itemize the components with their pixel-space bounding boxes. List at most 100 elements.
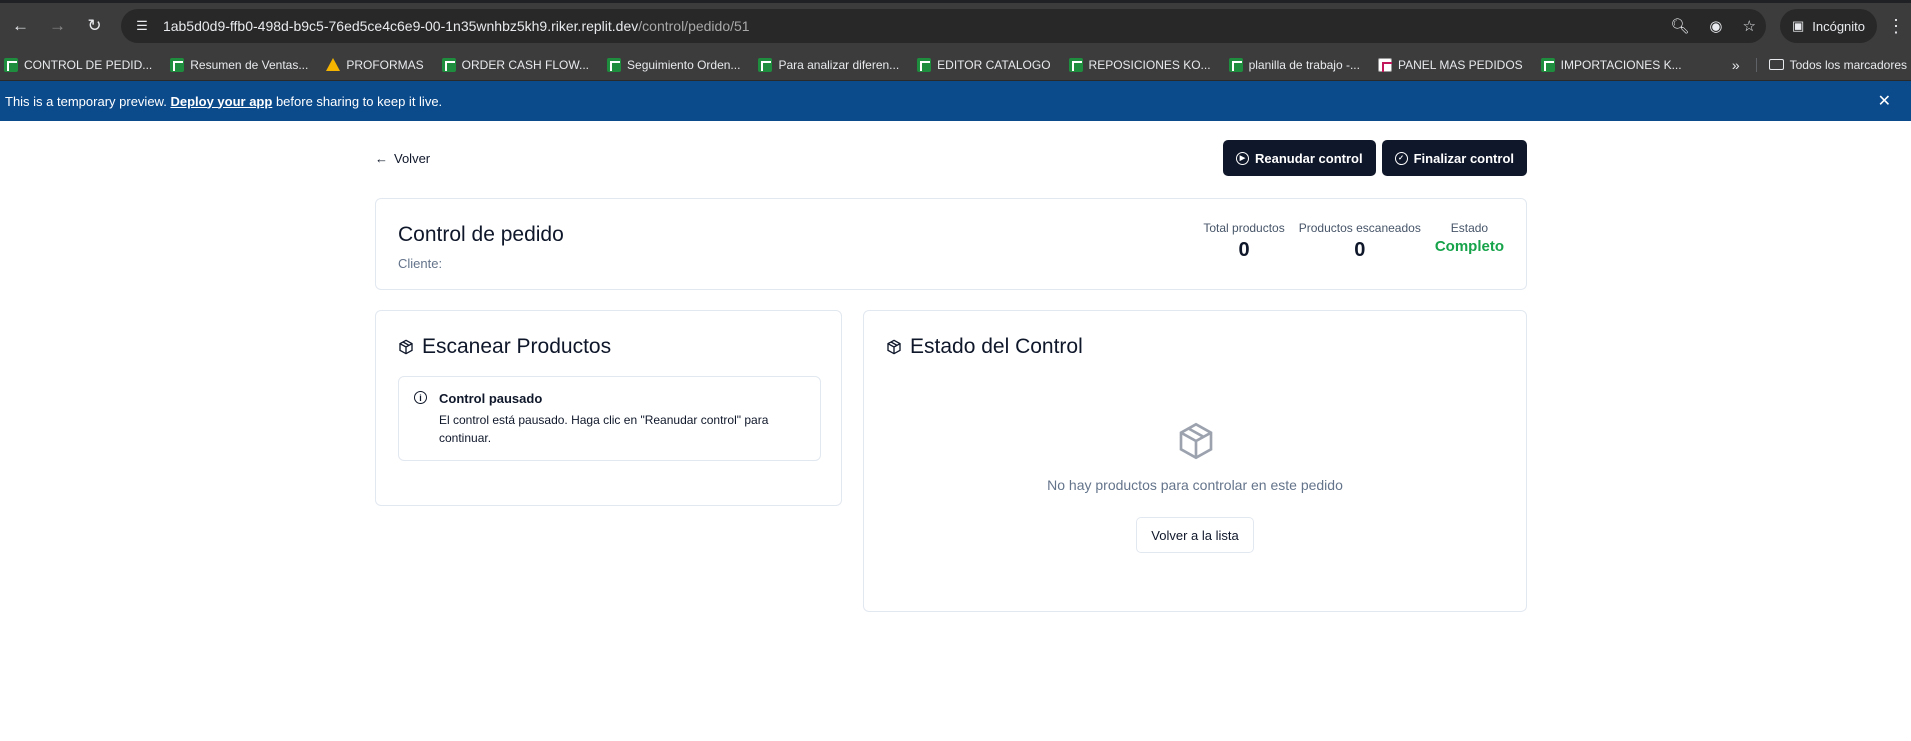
replit-preview-banner: This is a temporary preview. Deploy your… — [0, 81, 1911, 121]
panel-icon — [1377, 57, 1392, 72]
page-actions: ▶ Reanudar control ✓ Finalizar control — [1222, 140, 1527, 176]
stat-label: Productos escaneados — [1298, 221, 1421, 235]
check-circle-icon: ✓ — [1394, 151, 1408, 165]
incognito-icon: ▣ — [1791, 18, 1805, 33]
sheets-icon — [758, 57, 773, 72]
stat-label: Total productos — [1203, 221, 1285, 235]
forward-arrow-icon[interactable]: → — [43, 11, 72, 41]
finish-label: Finalizar control — [1413, 150, 1514, 166]
bookmark-item[interactable]: EDITOR CATALOGO — [917, 57, 1051, 72]
play-circle-icon: ▶ — [1235, 151, 1249, 165]
empty-state-message: No hay productos para controlar en este … — [1047, 477, 1343, 493]
sheets-icon — [1068, 57, 1083, 72]
bookmark-label: EDITOR CATALOGO — [937, 57, 1051, 72]
folder-icon — [1768, 59, 1784, 70]
alert-title: Control pausado — [439, 391, 543, 406]
control-status-card: Estado del Control No hay productos para… — [863, 310, 1527, 612]
site-info-icon[interactable]: ☰ — [131, 15, 153, 37]
paused-alert: i Control pausado El control está pausad… — [398, 376, 821, 461]
banner-prefix: This is a temporary preview. — [5, 93, 167, 109]
close-icon[interactable]: ✕ — [1878, 91, 1891, 111]
bookmark-label: PROFORMAS — [346, 57, 424, 72]
back-button[interactable]: ← Volver — [375, 151, 430, 166]
info-icon: i — [414, 391, 427, 404]
bookmark-item[interactable]: CONTROL DE PEDID... — [4, 57, 153, 72]
status-card-title: Estado del Control — [910, 335, 1083, 358]
drive-icon — [326, 58, 341, 71]
bookmark-item[interactable]: Resumen de Ventas... — [170, 57, 309, 72]
scan-card-title: Escanear Productos — [422, 335, 612, 358]
bookmark-label: planilla de trabajo -... — [1248, 57, 1360, 72]
sheets-icon — [170, 57, 185, 72]
bookmark-label: IMPORTACIONES K... — [1560, 57, 1682, 72]
bookmark-item[interactable]: REPOSICIONES KO... — [1068, 57, 1211, 72]
scan-products-card: Escanear Productos i Control pausado El … — [375, 310, 842, 506]
url-text[interactable]: 1ab5d0d9-ffb0-498d-b9c5-76ed5ce4c6e9-00-… — [163, 18, 750, 34]
all-bookmarks-label: Todos los marcadores — [1789, 57, 1907, 72]
incognito-label: Incógnito — [1812, 18, 1866, 34]
menu-kebab-icon[interactable]: ⋮ — [1887, 16, 1905, 37]
browser-toolbar: ← → ↻ ☰ 1ab5d0d9-ffb0-498d-b9c5-76ed5ce4… — [0, 3, 1911, 49]
page-topbar: ← Volver ▶ Reanudar control ✓ Finalizar … — [375, 139, 1527, 177]
all-bookmarks-folder[interactable]: Todos los marcadores — [1755, 57, 1907, 72]
address-bar[interactable]: ☰ 1ab5d0d9-ffb0-498d-b9c5-76ed5ce4c6e9-0… — [120, 9, 1766, 43]
bookmark-label: CONTROL DE PEDID... — [24, 57, 153, 72]
order-stats: Total productos 0 Productos escaneados 0… — [1203, 221, 1504, 262]
package-icon — [399, 339, 413, 355]
arrow-left-icon: ← — [375, 150, 388, 166]
bookmark-label: PANEL MAS PEDIDOS — [1397, 57, 1523, 72]
url-host: 1ab5d0d9-ffb0-498d-b9c5-76ed5ce4c6e9-00-… — [162, 18, 639, 34]
bookmark-label: REPOSICIONES KO... — [1088, 57, 1211, 72]
stat-label: Estado — [1450, 221, 1489, 235]
deploy-link[interactable]: Deploy your app — [170, 94, 272, 109]
stat-status: Estado Completo — [1435, 221, 1504, 262]
bookmark-item[interactable]: Para analizar diferen... — [758, 57, 900, 72]
client-label: Cliente: — [398, 256, 443, 271]
bookmark-item[interactable]: ORDER CASH FLOW... — [441, 57, 590, 72]
bookmark-label: ORDER CASH FLOW... — [461, 57, 590, 72]
bookmark-star-icon[interactable]: ☆ — [1743, 17, 1756, 35]
bookmark-label: Resumen de Ventas... — [190, 57, 309, 72]
stat-total-products: Total productos 0 — [1203, 221, 1284, 262]
zoom-icon[interactable]: 🔍︎ — [1670, 17, 1689, 35]
page-title: Control de pedido — [398, 223, 564, 246]
back-to-list-button[interactable]: Volver a la lista — [1136, 517, 1254, 553]
bookmark-item[interactable]: PANEL MAS PEDIDOS — [1377, 57, 1523, 72]
sheets-icon — [917, 57, 932, 72]
order-summary-card: Control de pedido Cliente: Total product… — [375, 198, 1527, 290]
sheets-icon — [1540, 57, 1555, 72]
more-bookmarks-icon[interactable]: » — [1732, 57, 1740, 73]
bookmark-item[interactable]: PROFORMAS — [326, 57, 424, 72]
bookmark-label: Para analizar diferen... — [778, 57, 900, 72]
back-label: Volver — [394, 150, 431, 166]
sheets-icon — [607, 57, 622, 72]
bookmark-item[interactable]: Seguimiento Orden... — [607, 57, 741, 72]
resume-label: Reanudar control — [1254, 150, 1363, 166]
browser-chrome: ← → ↻ ☰ 1ab5d0d9-ffb0-498d-b9c5-76ed5ce4… — [0, 0, 1911, 81]
stat-value: 0 — [1238, 239, 1250, 261]
banner-suffix: before sharing to keep it live. — [275, 93, 443, 109]
incognito-indicator[interactable]: ▣ Incógnito — [1779, 9, 1878, 43]
stat-value: 0 — [1354, 239, 1366, 261]
sheets-icon — [1228, 57, 1243, 72]
empty-package-icon — [1179, 422, 1213, 460]
stat-scanned-products: Productos escaneados 0 — [1299, 221, 1421, 262]
omnibox-actions: 🔍︎ ◉ ☆ — [1670, 17, 1756, 35]
resume-control-button[interactable]: ▶ Reanudar control — [1222, 140, 1376, 176]
sheets-icon — [441, 57, 456, 72]
alert-description: El control está pausado. Haga clic en "R… — [439, 413, 769, 445]
back-arrow-icon[interactable]: ← — [6, 11, 35, 41]
bookmarks-bar: CONTROL DE PEDID... Resumen de Ventas... P… — [0, 49, 1911, 81]
bookmark-item[interactable]: IMPORTACIONES K... — [1540, 57, 1682, 72]
sheets-icon — [4, 57, 18, 72]
scan-card-header: Escanear Productos — [398, 335, 611, 359]
bookmark-item[interactable]: planilla de trabajo -... — [1228, 57, 1360, 72]
finish-control-button[interactable]: ✓ Finalizar control — [1381, 140, 1527, 176]
url-path: /control/pedido/51 — [638, 18, 750, 34]
reload-icon[interactable]: ↻ — [80, 11, 109, 41]
status-badge: Completo — [1434, 238, 1504, 255]
status-card-header: Estado del Control — [886, 335, 1083, 359]
eye-off-icon[interactable]: ◉ — [1709, 17, 1722, 35]
package-icon — [887, 339, 901, 355]
bookmark-label: Seguimiento Orden... — [627, 57, 741, 72]
